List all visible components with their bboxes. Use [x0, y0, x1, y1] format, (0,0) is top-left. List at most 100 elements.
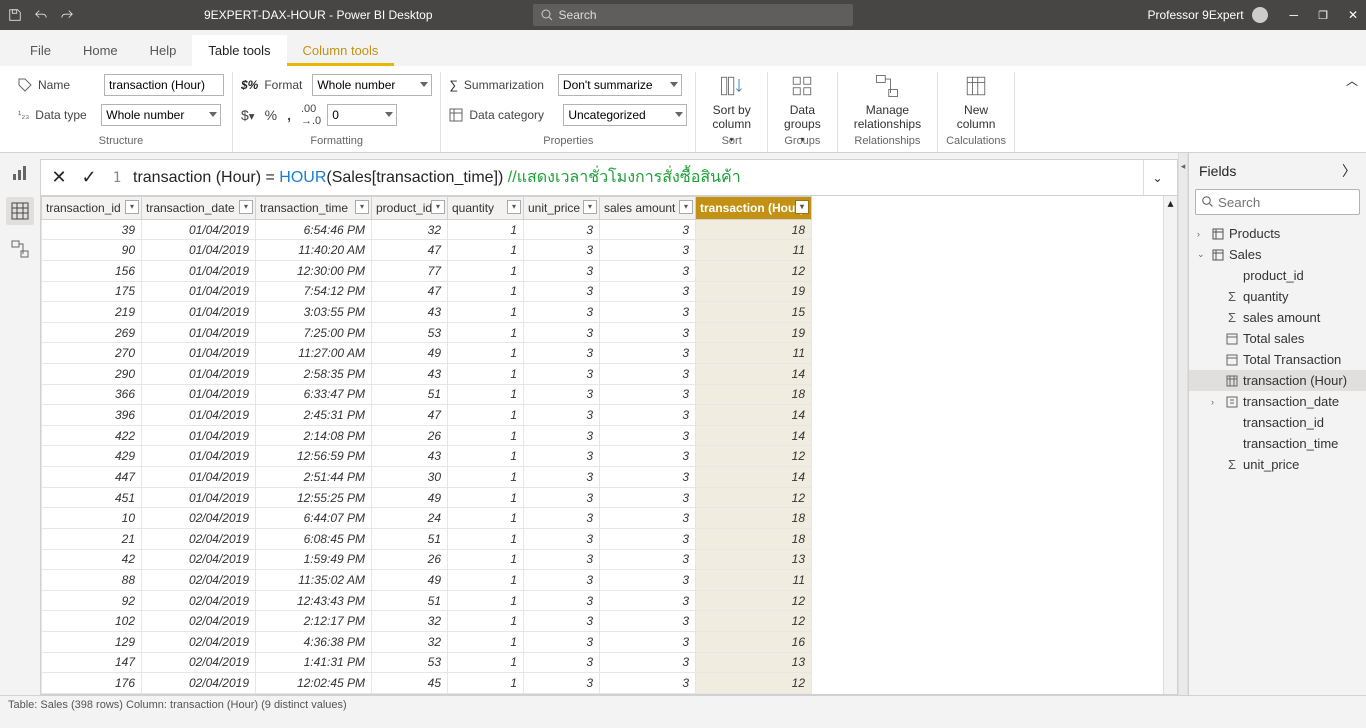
column-header[interactable]: transaction (Hour)▾	[696, 197, 812, 220]
cell[interactable]: 19	[696, 281, 812, 302]
filter-icon[interactable]: ▾	[679, 200, 693, 214]
cell[interactable]: 3	[524, 528, 600, 549]
cell[interactable]: 02/04/2019	[142, 508, 256, 529]
cell[interactable]: 1	[448, 631, 524, 652]
cell[interactable]: 396	[42, 405, 142, 426]
cell[interactable]: 3	[600, 446, 696, 467]
currency-button[interactable]: $▾	[241, 107, 255, 123]
cell[interactable]: 1	[448, 364, 524, 385]
cell[interactable]: 219	[42, 302, 142, 323]
cell[interactable]: 3	[600, 364, 696, 385]
cell[interactable]: 3	[600, 322, 696, 343]
cell[interactable]: 01/04/2019	[142, 405, 256, 426]
cell[interactable]: 77	[372, 261, 448, 282]
filter-icon[interactable]: ▾	[583, 200, 597, 214]
cell[interactable]: 18	[696, 219, 812, 240]
cell[interactable]: 30	[372, 467, 448, 488]
cell[interactable]: 1	[448, 652, 524, 673]
cell[interactable]: 01/04/2019	[142, 240, 256, 261]
filter-icon[interactable]: ▾	[431, 200, 445, 214]
cell[interactable]: 19	[696, 322, 812, 343]
cell[interactable]: 7:25:00 PM	[256, 322, 372, 343]
menu-column-tools[interactable]: Column tools	[287, 35, 395, 66]
undo-icon[interactable]	[34, 8, 48, 22]
field-transaction_time[interactable]: transaction_time	[1189, 433, 1366, 454]
cell[interactable]: 3	[524, 240, 600, 261]
cell[interactable]: 3	[524, 590, 600, 611]
cell[interactable]: 3	[524, 322, 600, 343]
cell[interactable]: 3	[524, 446, 600, 467]
cell[interactable]: 3	[524, 302, 600, 323]
cell[interactable]: 3	[600, 261, 696, 282]
decimals-select[interactable]: 0	[327, 104, 397, 126]
column-header[interactable]: unit_price▾	[524, 197, 600, 220]
cell[interactable]: 451	[42, 487, 142, 508]
cell[interactable]: 1	[448, 508, 524, 529]
cell[interactable]: 12	[696, 590, 812, 611]
cell[interactable]: 3	[600, 240, 696, 261]
global-search[interactable]: Search	[533, 4, 853, 26]
cell[interactable]: 47	[372, 240, 448, 261]
cell[interactable]: 3	[524, 405, 600, 426]
cell[interactable]: 02/04/2019	[142, 673, 256, 694]
commit-formula-button[interactable]: ✓	[77, 166, 101, 190]
field-quantity[interactable]: Σquantity	[1189, 286, 1366, 307]
cell[interactable]: 1	[448, 528, 524, 549]
cell[interactable]: 3	[524, 549, 600, 570]
cell[interactable]: 447	[42, 467, 142, 488]
cell[interactable]: 53	[372, 652, 448, 673]
cell[interactable]: 3	[600, 508, 696, 529]
cell[interactable]: 1	[448, 302, 524, 323]
cell[interactable]: 3	[600, 590, 696, 611]
cell[interactable]: 3	[600, 467, 696, 488]
cell[interactable]: 1	[448, 219, 524, 240]
cell[interactable]: 18	[696, 384, 812, 405]
cell[interactable]: 18	[696, 508, 812, 529]
column-header[interactable]: quantity▾	[448, 197, 524, 220]
column-header[interactable]: transaction_id▾	[42, 197, 142, 220]
column-header[interactable]: sales amount▾	[600, 197, 696, 220]
cell[interactable]: 3	[524, 508, 600, 529]
cell[interactable]: 47	[372, 405, 448, 426]
cell[interactable]: 10	[42, 508, 142, 529]
cell[interactable]: 12	[696, 611, 812, 632]
cell[interactable]: 1	[448, 590, 524, 611]
cell[interactable]: 3	[600, 219, 696, 240]
cell[interactable]: 1	[448, 611, 524, 632]
cell[interactable]: 39	[42, 219, 142, 240]
cell[interactable]: 11	[696, 343, 812, 364]
cell[interactable]: 12:30:00 PM	[256, 261, 372, 282]
cell[interactable]: 92	[42, 590, 142, 611]
cell[interactable]: 26	[372, 425, 448, 446]
cell[interactable]: 02/04/2019	[142, 590, 256, 611]
cell[interactable]: 3	[524, 611, 600, 632]
cell[interactable]: 3	[524, 467, 600, 488]
cell[interactable]: 90	[42, 240, 142, 261]
cell[interactable]: 3	[600, 652, 696, 673]
cell[interactable]: 6:54:46 PM	[256, 219, 372, 240]
save-icon[interactable]	[8, 8, 22, 22]
filter-icon[interactable]: ▾	[125, 200, 139, 214]
cell[interactable]: 01/04/2019	[142, 384, 256, 405]
cell[interactable]: 3	[600, 570, 696, 591]
fields-search-input[interactable]	[1195, 189, 1360, 215]
cell[interactable]: 01/04/2019	[142, 425, 256, 446]
cell[interactable]: 13	[696, 549, 812, 570]
expand-fields-icon[interactable]: 〉	[1342, 161, 1356, 181]
cell[interactable]: 1:41:31 PM	[256, 652, 372, 673]
cell[interactable]: 32	[372, 631, 448, 652]
cell[interactable]: 14	[696, 405, 812, 426]
data-view-button[interactable]	[6, 197, 34, 225]
cell[interactable]: 01/04/2019	[142, 281, 256, 302]
cell[interactable]: 3	[600, 631, 696, 652]
table-products[interactable]: ›Products	[1189, 223, 1366, 244]
cell[interactable]: 49	[372, 570, 448, 591]
cell[interactable]: 14	[696, 467, 812, 488]
cell[interactable]: 2:12:17 PM	[256, 611, 372, 632]
cell[interactable]: 43	[372, 446, 448, 467]
cell[interactable]: 422	[42, 425, 142, 446]
cell[interactable]: 176	[42, 673, 142, 694]
cell[interactable]: 51	[372, 528, 448, 549]
cell[interactable]: 269	[42, 322, 142, 343]
percent-button[interactable]: %	[265, 107, 277, 123]
